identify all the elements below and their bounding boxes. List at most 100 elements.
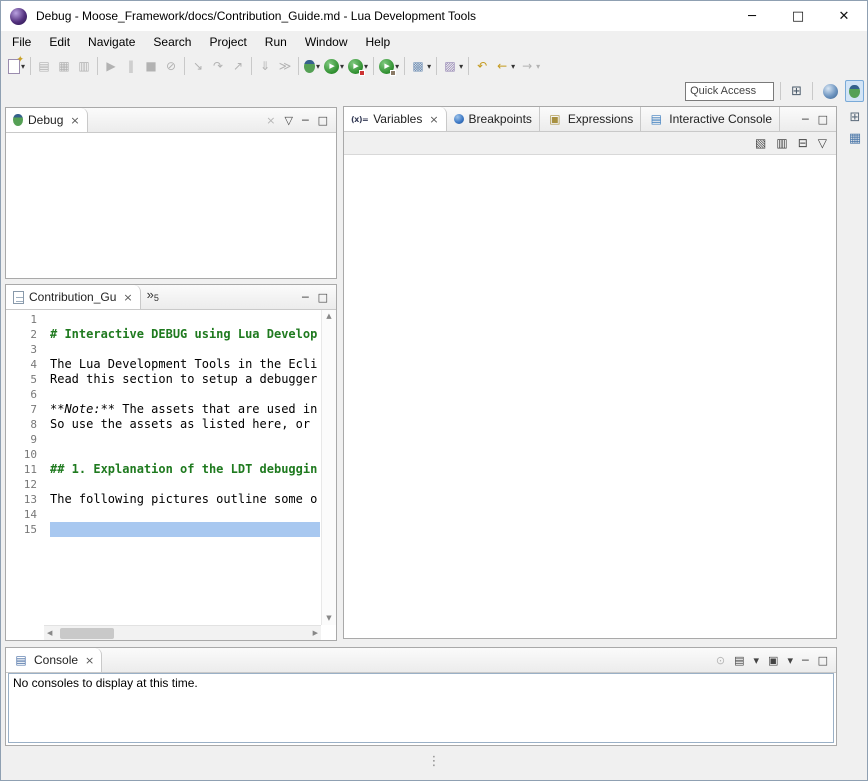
display-selected-console-icon[interactable]: ▤	[734, 655, 744, 666]
close-window-button[interactable]: ✕	[821, 1, 867, 31]
minimize-icon[interactable]: ─	[802, 114, 809, 125]
menu-navigate[interactable]: Navigate	[79, 32, 144, 52]
tab-breakpoints[interactable]: Breakpoints	[447, 107, 540, 131]
close-icon[interactable]: ×	[85, 654, 94, 667]
scroll-up-icon[interactable]: ▲	[326, 313, 331, 320]
menu-search[interactable]: Search	[144, 32, 200, 52]
minimize-icon[interactable]: ─	[302, 115, 309, 126]
code-line[interactable]	[50, 342, 320, 357]
dropdown-arrow-icon[interactable]: ▾	[316, 62, 320, 71]
dropdown-arrow-icon[interactable]: ▾	[511, 62, 515, 71]
maximize-icon[interactable]: □	[318, 115, 328, 126]
tab-expressions[interactable]: ▣ Expressions	[540, 107, 641, 131]
debug-button[interactable]: ▾	[302, 55, 322, 77]
minimize-window-button[interactable]: ─	[729, 1, 775, 31]
dropdown-arrow-icon[interactable]: ▾	[787, 655, 793, 666]
run-coverage-button[interactable]: ▶▾	[346, 55, 370, 77]
pin-console-icon[interactable]: ⊙	[716, 655, 725, 666]
drop-to-frame-button[interactable]: ⇓	[255, 55, 275, 77]
code-line[interactable]: Read this section to setup a debugger	[50, 372, 320, 387]
code-line[interactable]: So use the assets as listed here, or	[50, 417, 320, 432]
dropdown-arrow-icon[interactable]: ▾	[427, 62, 431, 71]
quick-access-input[interactable]	[685, 82, 774, 101]
tab-debug[interactable]: Debug ×	[6, 108, 88, 132]
code-line[interactable]: # Interactive DEBUG using Lua Develop	[50, 327, 320, 342]
open-console-icon[interactable]: ▣	[768, 655, 778, 666]
step-return-button[interactable]: ↗	[228, 55, 248, 77]
minimize-icon[interactable]: ─	[302, 292, 309, 303]
tab-interactive-console[interactable]: ▤ Interactive Console	[641, 107, 780, 131]
run-button[interactable]: ▶▾	[322, 55, 346, 77]
code-line[interactable]	[50, 387, 320, 402]
ldt-perspective-button[interactable]	[819, 80, 842, 102]
code-line[interactable]	[50, 447, 320, 462]
code-line[interactable]	[50, 522, 320, 537]
suspend-button[interactable]: ‖	[121, 55, 141, 77]
code-line[interactable]	[50, 477, 320, 492]
maximize-icon[interactable]: □	[818, 114, 828, 125]
dropdown-arrow-icon[interactable]: ▾	[340, 62, 344, 71]
save-all-button[interactable]: ▦	[54, 55, 74, 77]
dropdown-arrow-icon[interactable]: ▾	[536, 62, 540, 71]
collapse-all-icon[interactable]: ⊟	[798, 137, 808, 149]
code-line[interactable]: The following pictures outline some o	[50, 492, 320, 507]
maximize-window-button[interactable]: □	[775, 1, 821, 31]
print-button[interactable]: ▥	[74, 55, 94, 77]
scroll-down-icon[interactable]: ▼	[326, 615, 331, 622]
forward-button[interactable]: →▾	[517, 55, 542, 77]
close-icon[interactable]: ×	[123, 291, 132, 304]
menu-file[interactable]: File	[3, 32, 40, 52]
scroll-left-icon[interactable]: ◀	[47, 630, 52, 637]
maximize-icon[interactable]: □	[318, 292, 328, 303]
menu-help[interactable]: Help	[357, 32, 400, 52]
editor-vertical-scrollbar[interactable]: ▲ ▼	[321, 310, 336, 625]
scroll-right-icon[interactable]: ▶	[313, 630, 318, 637]
debug-perspective-button[interactable]	[845, 80, 864, 102]
close-icon[interactable]: ×	[70, 114, 79, 127]
code-line[interactable]	[50, 432, 320, 447]
code-line[interactable]: ## 1. Explanation of the LDT debuggin	[50, 462, 320, 477]
back-button[interactable]: ←▾	[492, 55, 517, 77]
resize-grip-icon[interactable]: ⋮	[428, 754, 441, 780]
save-button[interactable]: ▤	[34, 55, 54, 77]
last-edit-location-button[interactable]: ↶	[472, 55, 492, 77]
menu-project[interactable]: Project	[200, 32, 255, 52]
view-menu-icon[interactable]: ▽	[285, 115, 293, 126]
minimize-icon[interactable]: ─	[802, 655, 809, 666]
maximize-icon[interactable]: □	[818, 655, 828, 666]
editor-body[interactable]: 123456789101112131415 # Interactive DEBU…	[6, 310, 336, 640]
show-logical-structures-icon[interactable]: ▥	[776, 137, 787, 149]
dropdown-arrow-icon[interactable]: ▾	[459, 62, 463, 71]
remove-all-terminated-icon[interactable]: ×	[266, 115, 275, 126]
step-into-button[interactable]: ↘	[188, 55, 208, 77]
open-perspective-button[interactable]: ⊞	[787, 80, 806, 102]
view-menu-icon[interactable]: ▽	[818, 137, 827, 149]
external-tools-button[interactable]: ▶▾	[377, 55, 401, 77]
code-line[interactable]	[50, 507, 320, 522]
tab-console[interactable]: ▤ Console ×	[6, 648, 102, 672]
dropdown-arrow-icon[interactable]: ▾	[754, 655, 760, 666]
tab-contribution-guide[interactable]: Contribution_Gu ×	[6, 285, 141, 309]
code-line[interactable]: The Lua Development Tools in the Ecli	[50, 357, 320, 372]
open-element-button[interactable]: ▨▾	[440, 55, 465, 77]
open-wizard-button[interactable]: ▩▾	[408, 55, 433, 77]
terminate-button[interactable]: ■	[141, 55, 161, 77]
use-step-filters-button[interactable]: ≫	[275, 55, 295, 77]
code-line[interactable]	[50, 312, 320, 327]
editor-horizontal-scrollbar[interactable]: ◀ ▶	[44, 625, 321, 640]
resume-button[interactable]: ▶	[101, 55, 121, 77]
close-icon[interactable]: ×	[429, 113, 438, 126]
menu-window[interactable]: Window	[296, 32, 357, 52]
minimized-view-icon[interactable]: ⊞	[850, 111, 861, 124]
minimized-outline-view-icon[interactable]: ▦	[849, 132, 861, 145]
hidden-tabs-indicator[interactable]: » 5	[141, 285, 165, 309]
scrollbar-thumb[interactable]	[60, 628, 114, 639]
show-type-names-icon[interactable]: ▧	[755, 137, 766, 149]
new-button[interactable]: ✦▾	[6, 55, 27, 77]
code-line[interactable]: **Note:** The assets that are used in	[50, 402, 320, 417]
tab-variables[interactable]: (x)= Variables ×	[344, 107, 447, 131]
menu-run[interactable]: Run	[256, 32, 296, 52]
step-over-button[interactable]: ↷	[208, 55, 228, 77]
disconnect-button[interactable]: ⊘	[161, 55, 181, 77]
menu-edit[interactable]: Edit	[40, 32, 79, 52]
